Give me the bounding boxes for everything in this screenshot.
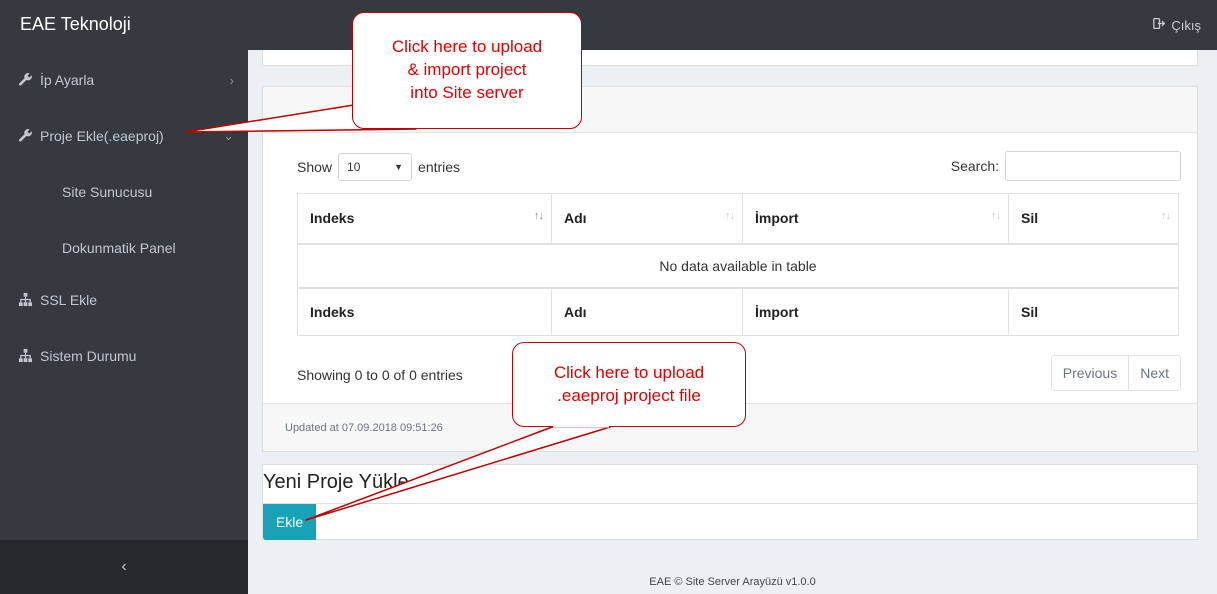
footer-header-sil: Sil (1008, 286, 1179, 336)
sign-out-icon (1153, 17, 1166, 33)
sort-icon: ↑↓ (534, 210, 544, 222)
show-label: Show (297, 159, 333, 175)
logout-label: Çıkış (1171, 17, 1201, 33)
sort-icon: ↑↓ (1161, 210, 1171, 222)
projects-table: Indeks ↑↓ Adı ↑↓ İmport ↑↓ Sil ↑↓ No data av… (297, 193, 1179, 336)
chevron-left-icon: ‹ (121, 558, 127, 575)
sidebar-item-dokunmatik-panel[interactable]: Dokunmatik Panel (0, 228, 248, 268)
table-footer-row: Indeks Adı İmport Sil (297, 286, 1179, 336)
callout-line: .eaeproj project file (557, 385, 701, 405)
previous-button[interactable]: Previous (1050, 355, 1130, 391)
callout-line: Click here to upload (553, 362, 705, 382)
brand-title[interactable]: EAE Teknoloji (20, 14, 131, 35)
top-navbar: EAE Teknoloji Çıkış (0, 0, 1217, 50)
search-label: Search: (950, 158, 999, 174)
pagination: Previous Next (1050, 355, 1181, 391)
annotation-callout-upload: Click here to upload .eaeproj project fi… (512, 342, 746, 427)
page-footer: EAE © Site Server Arayüzü v1.0.0 (649, 576, 816, 588)
empty-message: No data available in table (297, 243, 1179, 288)
sidebar-item-label: Site Sunucusu (62, 184, 153, 200)
sort-icon: ↑↓ (725, 210, 735, 222)
sidebar-collapse-button[interactable]: ‹ (0, 540, 248, 594)
sidebar-item-ip-ayarla[interactable]: İp Ayarla › (0, 60, 248, 100)
entries-select[interactable]: 10 ▼ (338, 153, 413, 181)
callout-line: into Site server (410, 82, 524, 102)
upload-title: Yeni Proje Yükle (263, 471, 409, 493)
chevron-right-icon: › (229, 72, 234, 88)
table-info: Showing 0 to 0 of 0 entries (297, 367, 463, 383)
footer-header-import: İmport (742, 286, 1009, 336)
column-header-indeks[interactable]: Indeks ↑↓ (297, 193, 552, 245)
wrench-icon (18, 72, 34, 88)
sidebar-item-label: Proje Ekle(.eaeproj) (40, 128, 164, 144)
table-empty-row: No data available in table (297, 243, 1179, 288)
logout-link[interactable]: Çıkış (1153, 17, 1201, 33)
sidebar-item-site-sunucusu[interactable]: Site Sunucusu (0, 172, 248, 212)
sidebar-item-label: Sistem Durumu (40, 348, 137, 364)
upload-bar: Ekle (263, 503, 1197, 540)
caret-down-icon: ▼ (394, 162, 404, 172)
sitemap-icon (18, 348, 34, 364)
sidebar-item-label: SSL Ekle (40, 292, 98, 308)
footer-header-adi: Adı (551, 286, 743, 336)
entries-label: entries (418, 159, 461, 175)
table-header-row: Indeks ↑↓ Adı ↑↓ İmport ↑↓ Sil ↑↓ (297, 193, 1179, 245)
table-search: Search: (951, 151, 1181, 181)
sidebar: İp Ayarla › Proje Ekle(.eaeproj) ⌄ Site … (0, 50, 248, 540)
sidebar-item-label: İp Ayarla (40, 72, 95, 88)
sidebar-item-sistem-durumu[interactable]: Sistem Durumu (0, 336, 248, 376)
entries-select-value: 10 (347, 160, 361, 174)
ekle-button[interactable]: Ekle (263, 504, 316, 540)
sidebar-item-proje-ekle[interactable]: Proje Ekle(.eaeproj) ⌄ (0, 116, 248, 156)
sort-icon: ↑↓ (991, 210, 1001, 222)
footer-header-indeks: Indeks (297, 286, 552, 336)
column-header-sil[interactable]: Sil ↑↓ (1008, 193, 1179, 245)
sidebar-item-ssl-ekle[interactable]: SSL Ekle (0, 280, 248, 320)
sitemap-icon (18, 292, 34, 308)
entries-length-control: Show 10 ▼ entries (297, 153, 460, 181)
column-header-import[interactable]: İmport ↑↓ (742, 193, 1009, 245)
annotation-callout-import: Click here to upload & import project in… (352, 12, 582, 129)
search-input[interactable] (1005, 151, 1181, 181)
column-header-adi[interactable]: Adı ↑↓ (551, 193, 743, 245)
updated-timestamp: Updated at 07.09.2018 09:51:26 (285, 422, 443, 434)
callout-line: & import project (407, 60, 527, 80)
wrench-icon (18, 128, 34, 144)
upload-card: Yeni Proje Yükle Ekle (262, 464, 1198, 540)
callout-line: Click here to upload (391, 37, 543, 57)
main-content: Show 10 ▼ entries Search: Indeks ↑↓ Adı ↑↓… (248, 50, 1217, 594)
next-button[interactable]: Next (1129, 355, 1181, 391)
sidebar-item-label: Dokunmatik Panel (62, 240, 176, 256)
chevron-down-icon: ⌄ (223, 128, 234, 143)
